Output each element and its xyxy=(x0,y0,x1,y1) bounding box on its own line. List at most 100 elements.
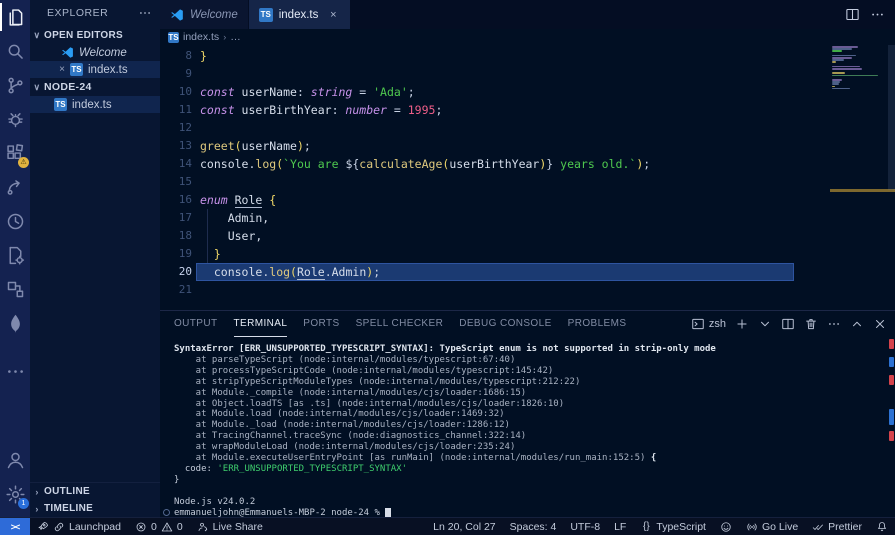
status-item-encoding[interactable]: UTF-8 xyxy=(563,518,607,535)
new-terminal-button[interactable] xyxy=(735,317,749,331)
tab-Welcome[interactable]: Welcome xyxy=(160,0,248,29)
status-item-go-live[interactable]: Go Live xyxy=(739,518,805,535)
line-number[interactable]: 16 xyxy=(160,191,192,209)
vscode-window: ⚠ 1 EXPLORER ∨ OPEN EDITORS Welcome × TS inde… xyxy=(0,0,895,535)
code-line[interactable]: 9 xyxy=(160,65,895,83)
line-number[interactable]: 10 xyxy=(160,83,192,101)
activity-item-explorer[interactable] xyxy=(0,0,30,34)
tab-index.ts[interactable]: TS index.ts × xyxy=(248,0,351,29)
explorer-bottom-sections: › OUTLINE › TIMELINE xyxy=(30,482,160,517)
code-line[interactable]: 8} xyxy=(160,47,895,65)
code-line[interactable]: 19 } xyxy=(160,245,895,263)
panel-tab-terminal[interactable]: TERMINAL xyxy=(233,311,288,337)
code-line[interactable]: 17 Admin, xyxy=(160,209,895,227)
status-item-problems[interactable]: 00 xyxy=(128,518,190,535)
code-line[interactable]: 21 xyxy=(160,281,895,299)
line-number[interactable]: 19 xyxy=(160,245,192,263)
section-folder-node-24[interactable]: ∨ NODE-24 xyxy=(30,78,160,96)
kill-terminal-button[interactable] xyxy=(804,317,818,331)
activity-item-search[interactable] xyxy=(0,34,30,68)
panel-tab-problems[interactable]: PROBLEMS xyxy=(568,311,627,337)
ellipsis-icon xyxy=(5,361,26,382)
line-number[interactable]: 18 xyxy=(160,227,192,245)
line-number[interactable]: 21 xyxy=(160,281,192,299)
line-number[interactable]: 15 xyxy=(160,173,192,191)
close-tab-icon[interactable]: × xyxy=(326,8,340,22)
line-number[interactable]: 20 xyxy=(160,263,192,281)
close-panel-button[interactable] xyxy=(873,317,887,331)
tree-item-index.ts[interactable]: TS index.ts xyxy=(30,96,160,113)
plus-icon xyxy=(735,317,749,331)
code-line[interactable]: 15 xyxy=(160,173,895,191)
code-line[interactable]: 12 xyxy=(160,119,895,137)
activity-item-extensions[interactable]: ⚠ xyxy=(0,136,30,170)
status-item-indentation[interactable]: Spaces: 4 xyxy=(503,518,564,535)
line-number[interactable]: 17 xyxy=(160,209,192,227)
code-line[interactable]: 11 const userBirthYear: number = 1995; xyxy=(160,101,895,119)
launch-profile-dropdown-button[interactable] xyxy=(758,317,772,331)
panel-tab-output[interactable]: OUTPUT xyxy=(174,311,218,337)
line-number[interactable]: 14 xyxy=(160,155,192,173)
line-number[interactable]: 11 xyxy=(160,101,192,119)
activity-item-remote-tools[interactable] xyxy=(0,238,30,272)
explorer-more-actions-icon[interactable] xyxy=(138,6,152,20)
section-outline[interactable]: › OUTLINE xyxy=(30,483,160,500)
breadcrumb[interactable]: TS index.ts ›… xyxy=(160,29,895,45)
status-item-eol[interactable]: LF xyxy=(607,518,633,535)
panel-tab-spell-checker[interactable]: SPELL CHECKER xyxy=(356,311,444,337)
activity-item-more-views[interactable] xyxy=(0,354,30,388)
open-editor-item-index.ts[interactable]: × TS index.ts xyxy=(30,61,160,78)
section-timeline[interactable]: › TIMELINE xyxy=(30,500,160,517)
panel-tab-debug-console[interactable]: DEBUG CONSOLE xyxy=(459,311,551,337)
line-number[interactable]: 9 xyxy=(160,65,192,83)
section-label: OPEN EDITORS xyxy=(44,29,123,41)
more-actions-button[interactable] xyxy=(870,7,885,22)
activity-item-git-history[interactable] xyxy=(0,204,30,238)
activity-item-mongodb[interactable] xyxy=(0,306,30,340)
status-item-launchpad[interactable]: Launchpad xyxy=(30,518,128,535)
line-number[interactable]: 13 xyxy=(160,137,192,155)
section-open-editors[interactable]: ∨ OPEN EDITORS xyxy=(30,26,160,44)
editor-scrollbar[interactable] xyxy=(888,45,895,190)
status-item-live-share[interactable]: Live Share xyxy=(190,518,270,535)
open-editor-item-Welcome[interactable]: Welcome xyxy=(30,44,160,61)
status-label: 0 xyxy=(176,520,183,533)
remote-indicator[interactable]: >< xyxy=(0,518,30,535)
code-line[interactable]: 14 console.log(`You are ${calculateAge(us… xyxy=(160,155,895,173)
split-terminal-button[interactable] xyxy=(781,317,795,331)
activity-item-settings[interactable]: 1 xyxy=(0,477,30,511)
maximize-panel-button[interactable] xyxy=(850,317,864,331)
shell-select-button[interactable]: zsh xyxy=(691,317,726,331)
line-number[interactable]: 8 xyxy=(160,47,192,65)
code-line[interactable]: 20 console.log(Role.Admin); xyxy=(160,263,895,281)
breadcrumb-item[interactable]: index.ts xyxy=(183,31,219,43)
code-line[interactable]: 13 greet(userName); xyxy=(160,137,895,155)
activity-item-project-manager[interactable] xyxy=(0,272,30,306)
code-line[interactable]: 16 enum Role { xyxy=(160,191,895,209)
status-item-prettier[interactable]: Prettier xyxy=(805,518,869,535)
debug-icon xyxy=(5,109,26,130)
minimap[interactable] xyxy=(830,45,888,310)
activity-item-gitlens[interactable] xyxy=(0,170,30,204)
status-item-cursor-position[interactable]: Ln 20, Col 27 xyxy=(426,518,502,535)
terminal-output[interactable]: SyntaxError [ERR_UNSUPPORTED_TYPESCRIPT_… xyxy=(160,344,887,518)
more-actions-button[interactable] xyxy=(827,317,841,331)
status-item-notifications[interactable] xyxy=(869,518,895,535)
split-editor-button[interactable] xyxy=(845,7,860,22)
code-line[interactable]: 10 const userName: string = 'Ada'; xyxy=(160,83,895,101)
status-item-language-mode[interactable]: {} TypeScript xyxy=(633,518,713,535)
terminal-line: at processTypeScriptCode (node:internal/… xyxy=(174,365,554,376)
close-editor-icon[interactable]: × xyxy=(56,64,68,75)
code-editor[interactable]: 8} 9 10 const userName: string = 'Ada'; 11 co… xyxy=(160,45,895,310)
command-decoration-icon[interactable] xyxy=(163,508,170,516)
panel-tab-ports[interactable]: PORTS xyxy=(303,311,339,337)
breadcrumb-separator: › xyxy=(223,32,227,42)
code-line[interactable]: 18 User, xyxy=(160,227,895,245)
activity-item-accounts[interactable] xyxy=(0,443,30,477)
activity-item-run-debug[interactable] xyxy=(0,102,30,136)
breadcrumb-item[interactable]: … xyxy=(230,31,241,43)
file-label: index.ts xyxy=(88,63,128,76)
line-number[interactable]: 12 xyxy=(160,119,192,137)
status-item-feedback[interactable] xyxy=(713,518,739,535)
activity-item-source-control[interactable] xyxy=(0,68,30,102)
